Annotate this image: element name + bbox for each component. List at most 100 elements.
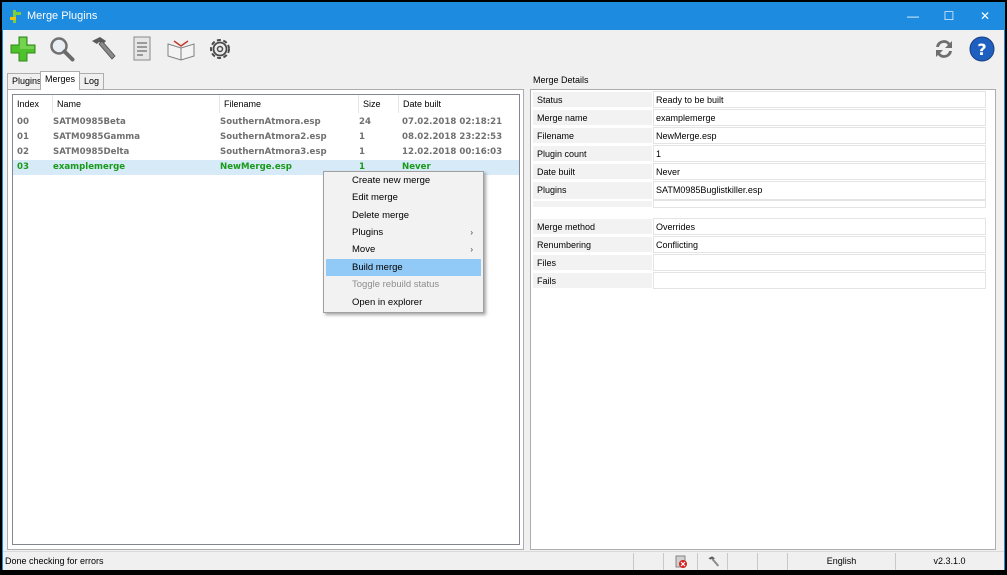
report-button[interactable] — [127, 34, 157, 64]
magnifier-icon — [50, 37, 75, 62]
details-value[interactable]: NewMerge.esp — [653, 127, 986, 144]
svg-text:?: ? — [977, 40, 986, 59]
context-menu: Create new merge Edit merge Delete merge… — [323, 171, 484, 313]
cell-filename: NewMerge.esp — [220, 162, 292, 172]
error-check-button[interactable] — [663, 553, 697, 570]
details-row-status: Status Ready to be built — [532, 91, 986, 108]
details-value[interactable] — [653, 272, 986, 289]
menu-item-label: Delete merge — [352, 210, 410, 221]
cell-date-built: 12.02.2018 00:16:03 — [402, 147, 503, 157]
column-header-name[interactable]: Name — [53, 95, 220, 113]
cell-name: SATM0985Gamma — [53, 132, 141, 142]
details-row-spacer — [532, 200, 986, 208]
menu-item-label: Build merge — [352, 262, 403, 273]
title-bar: Merge Plugins — ☐ ✕ — [3, 3, 1004, 30]
menu-item-label: Open in explorer — [352, 297, 423, 308]
cell-index: 03 — [17, 162, 29, 172]
minimize-button[interactable]: — — [895, 3, 931, 30]
menu-item-label: Create new merge — [352, 175, 431, 186]
details-label: Merge method — [532, 218, 653, 235]
settings-button[interactable] — [205, 34, 235, 64]
cell-name: SATM0985Beta — [53, 117, 126, 127]
status-cell-empty — [727, 553, 757, 570]
column-header-size[interactable]: Size — [359, 95, 399, 113]
menu-item-move[interactable]: Move › — [326, 241, 481, 258]
details-value[interactable]: SATM0985Buglistkiller.esp — [653, 181, 986, 200]
details-value[interactable]: Never — [653, 163, 986, 180]
gear-icon — [210, 39, 230, 59]
menu-item-plugins[interactable]: Plugins › — [326, 224, 481, 241]
cell-filename: SouthernAtmora.esp — [220, 117, 321, 127]
menu-item-edit-merge[interactable]: Edit merge — [326, 189, 481, 206]
status-build-button[interactable] — [697, 553, 727, 570]
menu-item-toggle-rebuild-status: Toggle rebuild status — [326, 276, 481, 293]
column-header-filename[interactable]: Filename — [220, 95, 359, 113]
close-button[interactable]: ✕ — [967, 3, 1003, 30]
details-value[interactable]: 1 — [653, 145, 986, 162]
hammer-icon — [92, 37, 116, 60]
plus-icon — [10, 36, 36, 62]
refresh-icon — [936, 40, 952, 58]
status-cell-empty — [633, 553, 663, 570]
cell-index: 00 — [17, 117, 29, 127]
menu-item-create-new-merge[interactable]: Create new merge — [326, 172, 481, 189]
table-row[interactable]: 00 SATM0985Beta SouthernAtmora.esp 24 07… — [13, 115, 519, 130]
language-indicator[interactable]: English — [787, 553, 895, 570]
column-header-index[interactable]: Index — [13, 95, 53, 113]
details-value[interactable]: Overrides — [653, 218, 986, 235]
help-button[interactable]: ? — [967, 34, 997, 64]
details-label — [532, 200, 653, 208]
details-row-plugin-count: Plugin count 1 — [532, 145, 986, 162]
details-value[interactable]: Conflicting — [653, 236, 986, 253]
table-row[interactable]: 01 SATM0985Gamma SouthernAtmora2.esp 1 0… — [13, 130, 519, 145]
dictionary-button[interactable] — [166, 34, 196, 64]
details-label: Date built — [532, 163, 653, 180]
tab-log[interactable]: Log — [79, 73, 105, 89]
refresh-button[interactable] — [929, 34, 959, 64]
details-row-files: Files — [532, 254, 986, 271]
details-value[interactable]: examplemerge — [653, 109, 986, 126]
merge-details-panel: Status Ready to be built Merge name exam… — [530, 89, 996, 550]
cell-size: 24 — [359, 117, 371, 127]
details-label: Status — [532, 91, 653, 108]
add-merge-button[interactable] — [8, 34, 38, 64]
status-bar: Done checking for errors English v2.3.1.… — [3, 551, 1004, 570]
column-header-date-built[interactable]: Date built — [399, 95, 519, 113]
document-icon — [133, 36, 151, 61]
cell-name: examplemerge — [53, 162, 126, 172]
details-value[interactable] — [653, 254, 986, 271]
merges-list[interactable]: Index Name Filename Size Date built 00 S… — [12, 94, 520, 545]
cell-filename: SouthernAtmora3.esp — [220, 147, 327, 157]
details-row-plugins: Plugins SATM0985Buglistkiller.esp — [532, 181, 986, 200]
build-button[interactable] — [87, 34, 117, 64]
details-row-merge-name: Merge name examplemerge — [532, 109, 986, 126]
main-window: Merge Plugins — ☐ ✕ ? Plugins Merges Log… — [2, 2, 1005, 570]
maximize-button[interactable]: ☐ — [931, 3, 967, 30]
details-value[interactable]: Ready to be built — [653, 91, 986, 108]
status-message: Done checking for errors — [5, 556, 104, 566]
details-row-date-built: Date built Never — [532, 163, 986, 180]
tab-merges[interactable]: Merges — [40, 71, 81, 90]
app-logo-icon — [10, 10, 21, 23]
details-row-merge-method: Merge method Overrides — [532, 218, 986, 235]
search-button[interactable] — [47, 34, 77, 64]
cell-filename: SouthernAtmora2.esp — [220, 132, 327, 142]
menu-item-label: Plugins — [352, 227, 384, 238]
cell-date-built: 08.02.2018 23:22:53 — [402, 132, 503, 142]
details-label: Filename — [532, 127, 653, 144]
details-label: Files — [532, 254, 653, 271]
cell-name: SATM0985Delta — [53, 147, 130, 157]
cell-size: 1 — [359, 147, 365, 157]
details-title: Merge Details — [533, 75, 589, 85]
menu-item-label: Move — [352, 244, 376, 255]
cell-size: 1 — [359, 132, 365, 142]
menu-item-build-merge[interactable]: Build merge — [326, 259, 481, 276]
menu-item-open-in-explorer[interactable]: Open in explorer — [326, 294, 481, 311]
details-row-renumbering: Renumbering Conflicting — [532, 236, 986, 253]
menu-item-label: Toggle rebuild status — [352, 279, 440, 290]
table-row[interactable]: 02 SATM0985Delta SouthernAtmora3.esp 1 1… — [13, 145, 519, 160]
menu-item-delete-merge[interactable]: Delete merge — [326, 207, 481, 224]
error-check-icon — [675, 555, 687, 568]
chevron-right-icon: › — [470, 228, 473, 237]
details-label: Plugins — [532, 181, 653, 200]
